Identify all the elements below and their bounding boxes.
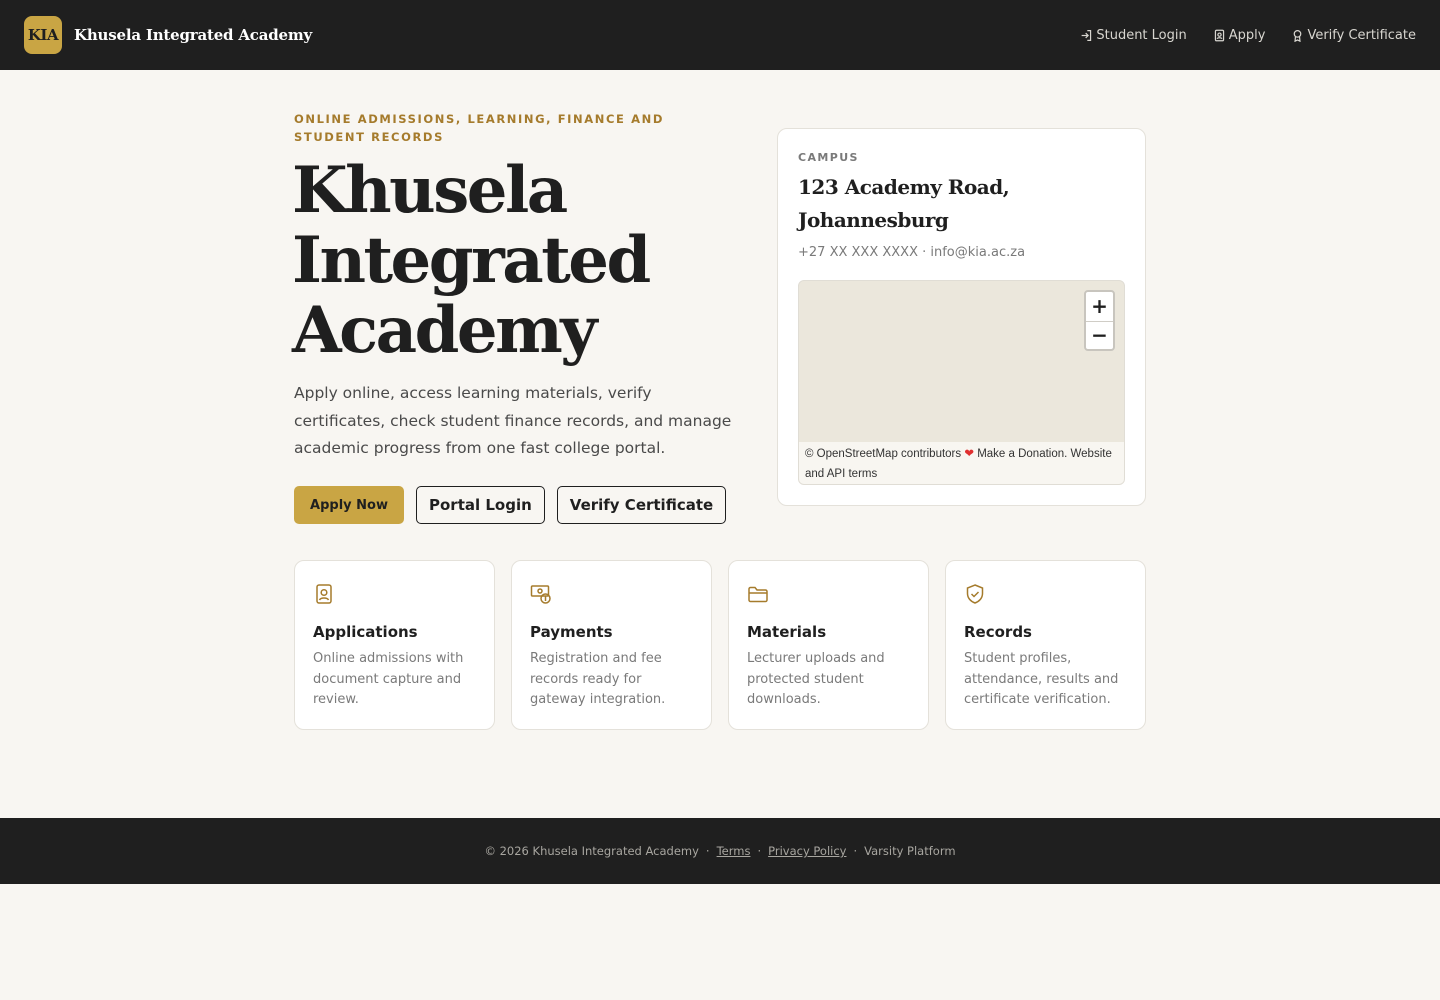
feature-title: Materials <box>747 623 827 641</box>
footer-separator: · <box>757 844 762 858</box>
footer-separator: · <box>705 844 710 858</box>
map-attribution-osm[interactable]: © OpenStreetMap contributors <box>805 448 961 460</box>
feature-card-records: Records Student profiles, attendance, re… <box>945 560 1146 730</box>
footer-platform: Varsity Platform <box>864 844 956 858</box>
nav-verify-certificate[interactable]: Verify Certificate <box>1291 28 1416 43</box>
nav-student-login-label: Student Login <box>1096 27 1187 43</box>
apply-now-button[interactable]: Apply Now <box>294 486 404 524</box>
hero-title: Khusela Integrated Academy <box>292 153 651 368</box>
login-icon <box>1081 29 1092 41</box>
hero-description: Apply online, access learning materials,… <box>294 384 732 457</box>
nav-verify-certificate-label: Verify Certificate <box>1307 27 1416 43</box>
feature-card-payments: Payments Registration and fee records re… <box>511 560 712 730</box>
feature-card-materials: Materials Lecturer uploads and protected… <box>728 560 929 730</box>
site-footer: © 2026 Khusela Integrated Academy · Term… <box>0 818 1440 884</box>
feature-title: Records <box>964 623 1032 641</box>
portal-login-button[interactable]: Portal Login <box>416 486 545 524</box>
campus-map[interactable]: + − © OpenStreetMap contributors ❤ Make … <box>798 280 1125 485</box>
footer-copyright: © 2026 Khusela Integrated Academy <box>484 844 699 858</box>
brand-name: Khusela Integrated Academy <box>74 26 313 44</box>
campus-contact: +27 XX XXX XXXX · info@kia.ac.za <box>798 245 1026 260</box>
footer-privacy-link[interactable]: Privacy Policy <box>768 844 846 858</box>
hero-eyebrow: ONLINE ADMISSIONS, LEARNING, FINANCE AND… <box>294 112 664 144</box>
brand-logo: KIA <box>24 16 62 54</box>
feature-desc: Student profiles, attendance, results an… <box>964 651 1119 707</box>
feature-desc: Lecturer uploads and protected student d… <box>747 651 885 707</box>
nav-apply-label: Apply <box>1228 27 1266 43</box>
nav-student-login[interactable]: Student Login <box>1080 27 1187 43</box>
hero-actions: Apply Now Portal Login Verify Certificat… <box>294 486 727 524</box>
footer-terms-link[interactable]: Terms <box>717 844 751 858</box>
document-user-icon <box>1214 29 1224 41</box>
heart-icon: ❤ <box>964 448 974 460</box>
map-zoom-in-button[interactable]: + <box>1086 292 1113 321</box>
shield-check-icon <box>964 583 986 605</box>
folder-icon <box>747 583 769 605</box>
campus-card: CAMPUS 123 Academy Road, Johannesburg +2… <box>777 128 1146 506</box>
award-icon <box>1294 29 1302 42</box>
document-user-icon <box>313 583 335 605</box>
footer-separator: · <box>853 844 858 858</box>
feature-card-applications: Applications Online admissions with docu… <box>294 560 495 730</box>
map-attribution: © OpenStreetMap contributors ❤ Make a Do… <box>799 442 1124 484</box>
feature-desc: Online admissions with document capture … <box>313 651 464 707</box>
feature-desc: Registration and fee records ready for g… <box>530 651 666 707</box>
money-icon <box>530 583 552 605</box>
feature-title: Payments <box>530 623 613 641</box>
verify-certificate-button[interactable]: Verify Certificate <box>556 486 727 524</box>
feature-title: Applications <box>313 623 418 641</box>
top-navbar: KIA Khusela Integrated Academy Student L… <box>0 0 1440 70</box>
nav-apply[interactable]: Apply <box>1213 27 1266 43</box>
main-nav: Student Login Apply Verify Certificate <box>1054 0 1416 70</box>
map-zoom-control: + − <box>1084 290 1115 351</box>
brand-link[interactable]: KIA Khusela Integrated Academy <box>24 16 312 54</box>
map-zoom-out-button[interactable]: − <box>1086 320 1113 350</box>
campus-label: CAMPUS <box>798 151 859 164</box>
campus-address: 123 Academy Road, Johannesburg <box>798 175 1010 232</box>
